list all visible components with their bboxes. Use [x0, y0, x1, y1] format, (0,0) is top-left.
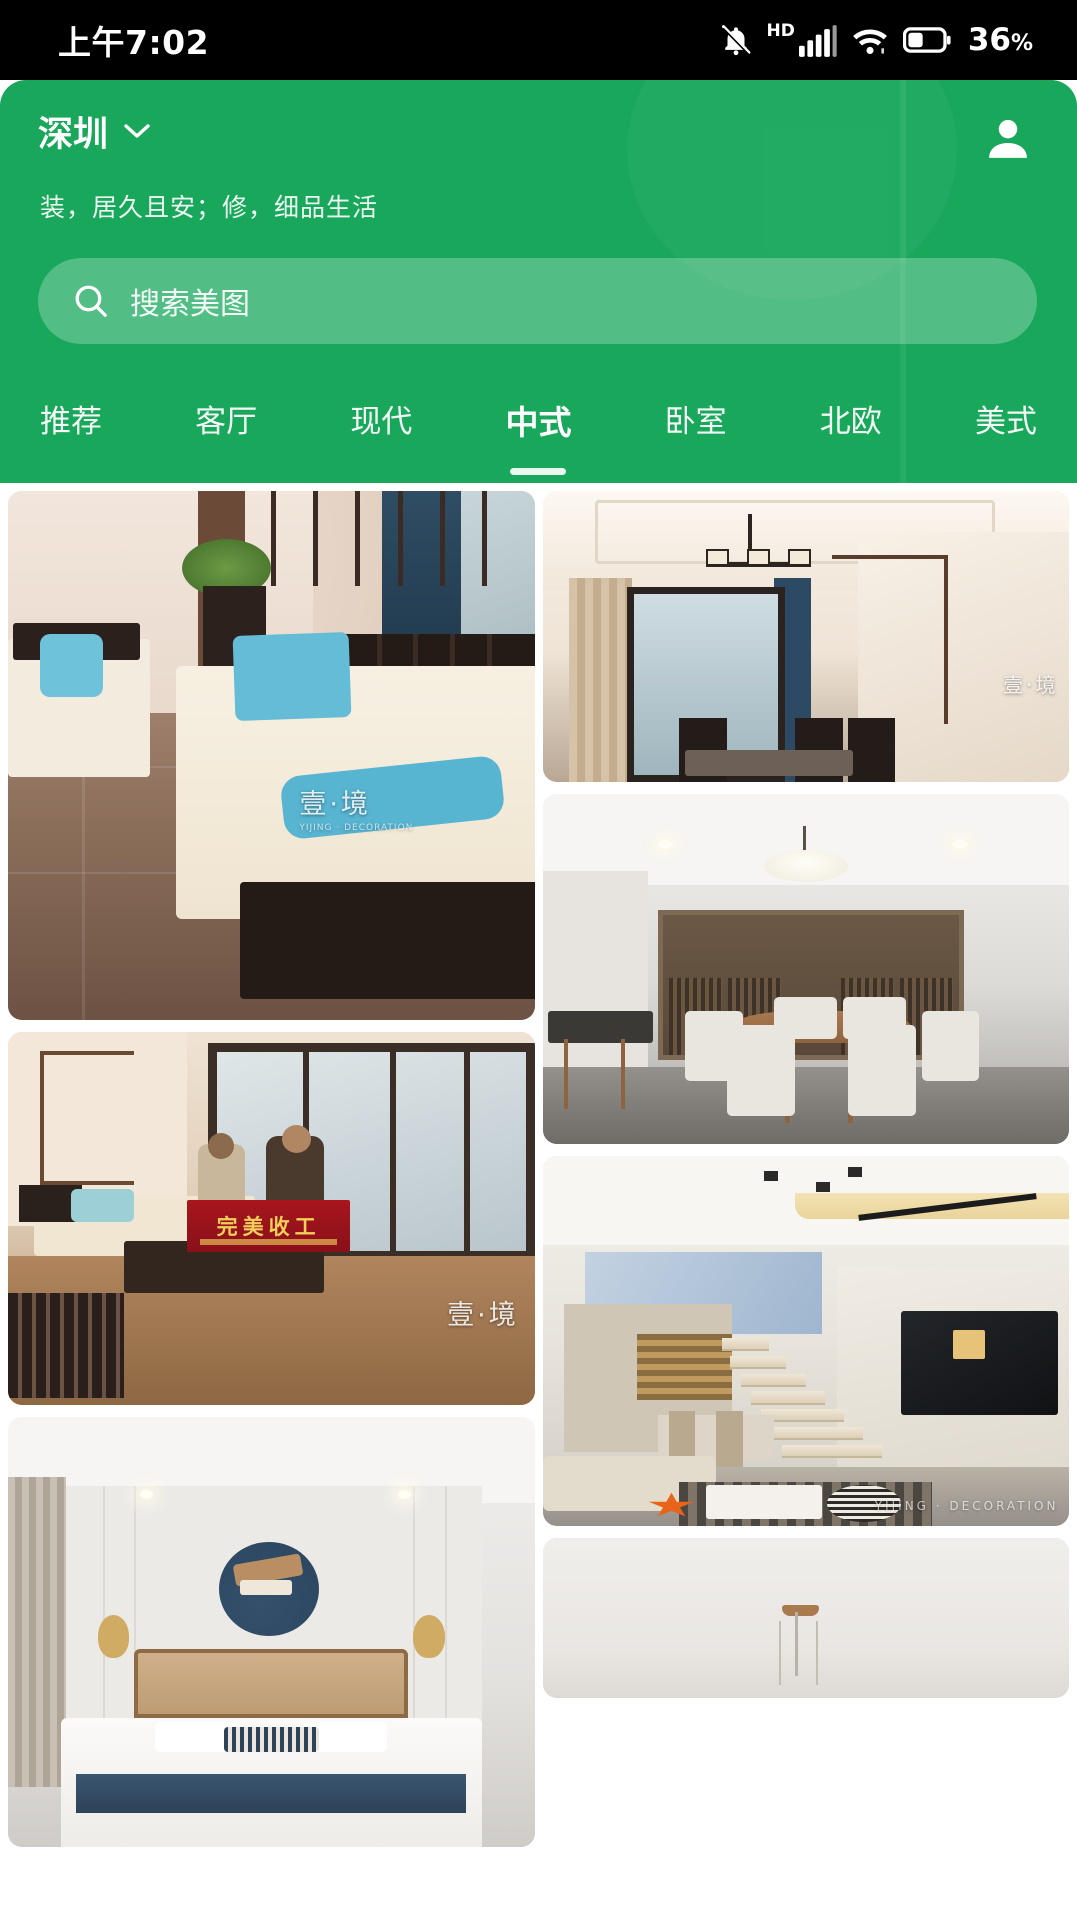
- search-placeholder: 搜索美图: [130, 287, 250, 322]
- city-selector[interactable]: 深圳: [38, 106, 150, 157]
- photo-image: [8, 1417, 535, 1847]
- banner-text: 完美收工: [216, 1214, 321, 1239]
- status-bar: 上午7:02 HD 36%: [0, 0, 1077, 80]
- search-icon: [75, 285, 107, 317]
- tab-ketting[interactable]: 客厅: [177, 396, 275, 441]
- photo-image: [542, 1538, 1069, 1698]
- battery-icon: [902, 27, 951, 53]
- tab-label: 客厅: [195, 404, 258, 440]
- tab-woshi[interactable]: 卧室: [647, 396, 745, 441]
- photo-card-round-dining-table[interactable]: [542, 794, 1069, 1144]
- photo-card-duplex-living-stairs[interactable]: YIJING · DECORATION: [542, 1156, 1069, 1526]
- tab-zhongshi[interactable]: 中式: [487, 396, 589, 475]
- photo-card-bedroom-round-art[interactable]: [8, 1417, 535, 1847]
- mute-bell-icon: [722, 25, 751, 56]
- header-top-row: 深圳: [0, 80, 1077, 168]
- status-icons: HD 36%: [719, 22, 1033, 58]
- tab-xiandai[interactable]: 现代: [332, 396, 430, 441]
- photo-card-ceiling-pendant[interactable]: [542, 1538, 1069, 1698]
- tab-label: 推荐: [40, 404, 102, 440]
- phone-screen: 上午7:02 HD 36% 深圳 装，居久且安；修，细品生活 搜索美图 推荐 客…: [0, 0, 1077, 1917]
- city-name: 深圳: [38, 115, 109, 155]
- tab-meishi[interactable]: 美式: [957, 396, 1055, 441]
- status-time: 上午7:02: [58, 23, 210, 62]
- photo-image: [542, 1156, 1069, 1526]
- photo-waterfall-grid: 壹·境 YIJING · DECORATION 完美收工 壹·境 壹·境 YIJ…: [0, 483, 1077, 1917]
- gallery-left-column: 壹·境 YIJING · DECORATION 完美收工 壹·境: [8, 491, 535, 1917]
- signal-bars-icon: [798, 25, 837, 57]
- chevron-down-icon: [124, 124, 150, 138]
- photo-image: [542, 794, 1069, 1144]
- person-icon: [989, 119, 1027, 158]
- tab-label: 美式: [974, 404, 1037, 440]
- tab-label: 中式: [505, 403, 572, 442]
- tab-beiou[interactable]: 北欧: [802, 396, 900, 441]
- tab-label: 北欧: [819, 404, 882, 440]
- photo-card-chinese-living-room[interactable]: 壹·境 YIJING · DECORATION: [8, 491, 535, 1020]
- hd-icon: HD: [766, 21, 795, 41]
- tab-active-underline: [510, 468, 567, 475]
- search-bar[interactable]: 搜索美图: [38, 258, 1037, 344]
- tab-label: 现代: [350, 404, 413, 440]
- photo-image: 完美收工: [8, 1032, 535, 1405]
- app-header: 深圳 装，居久且安；修，细品生活 搜索美图 推荐 客厅 现代 中式 卧室 北欧 …: [0, 80, 1077, 483]
- category-tabs: 推荐 客厅 现代 中式 卧室 北欧 美式: [0, 344, 1077, 475]
- app-tagline: 装，居久且安；修，细品生活: [40, 193, 379, 222]
- wifi-icon: [852, 29, 887, 54]
- photo-image: [8, 491, 535, 1020]
- photo-image: [542, 491, 1069, 782]
- battery-percent: 36%: [967, 22, 1033, 58]
- gallery-right-column: 壹·境 YIJING · DECORATION: [542, 491, 1069, 1917]
- photo-card-dining-chandelier[interactable]: 壹·境: [542, 491, 1069, 782]
- photo-card-completion-banner[interactable]: 完美收工 壹·境: [8, 1032, 535, 1405]
- profile-button[interactable]: [979, 110, 1037, 168]
- tab-tuijian[interactable]: 推荐: [22, 396, 120, 441]
- tab-label: 卧室: [664, 404, 727, 440]
